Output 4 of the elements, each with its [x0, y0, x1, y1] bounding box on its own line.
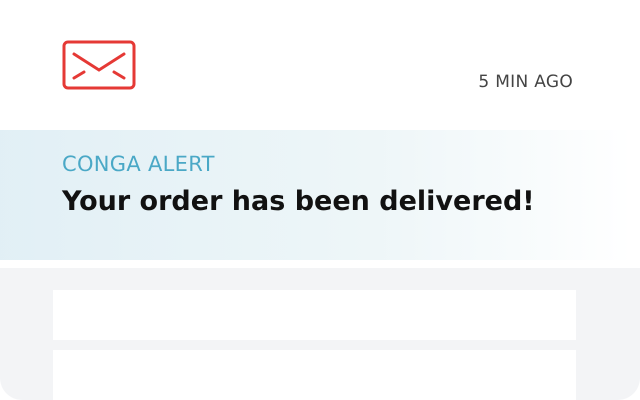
timestamp: 5 MIN AGO: [478, 72, 573, 92]
mail-icon: [62, 40, 136, 90]
alert-message: Your order has been delivered!: [62, 186, 535, 217]
alert-source: CONGA ALERT: [62, 152, 215, 176]
